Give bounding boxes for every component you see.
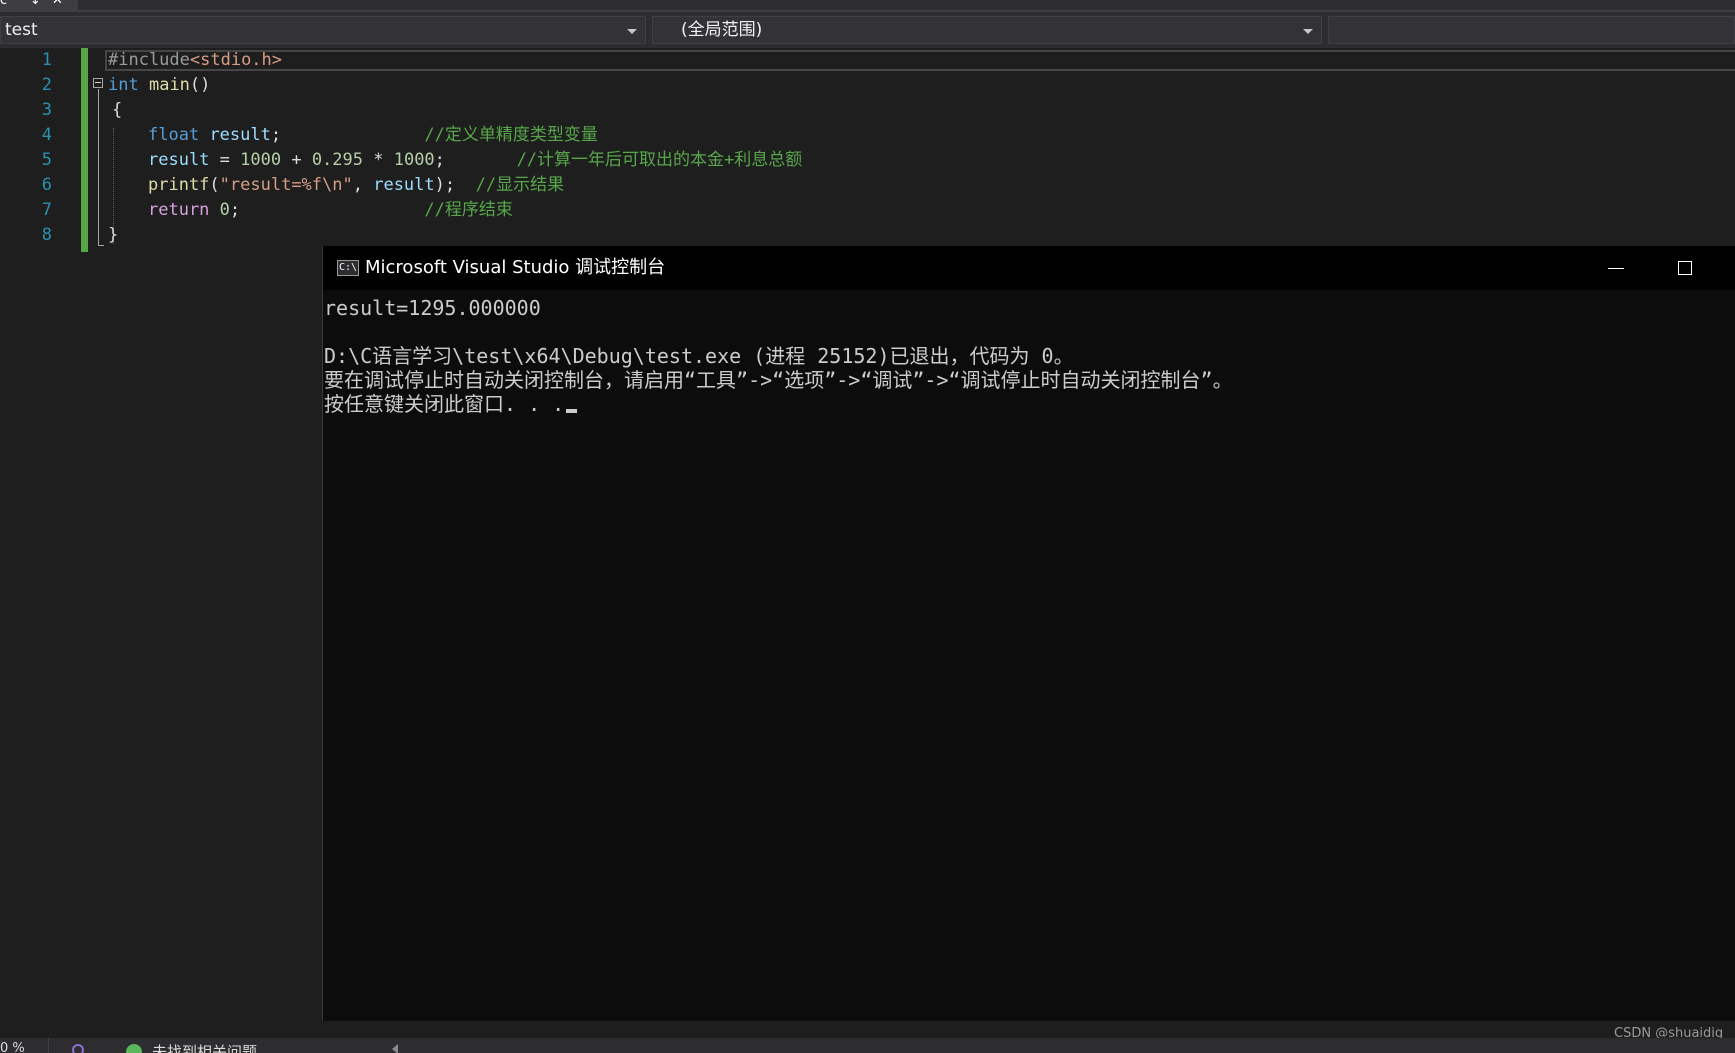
member-dropdown[interactable] <box>1328 16 1735 44</box>
scope-dropdown-value: (全局范围) <box>681 20 763 40</box>
line-number: 6 <box>41 175 52 195</box>
navigation-bar: test (全局范围) <box>0 12 1735 48</box>
code-line: result = 1000 + 0.295 * 1000; //计算一年后可取出… <box>148 150 803 170</box>
document-tab[interactable]: ĉ ↧ ✕ <box>0 0 78 10</box>
collapse-toggle-icon[interactable] <box>93 78 103 88</box>
line-number: 5 <box>41 150 52 170</box>
code-line: float result; //定义单精度类型变量 <box>148 125 598 145</box>
console-line: result=1295.000000 <box>324 296 541 320</box>
maximize-icon[interactable] <box>1678 261 1692 275</box>
issues-status[interactable]: 未找到相关问题 <box>152 1041 257 1053</box>
line-number: 2 <box>41 75 52 95</box>
console-line: 按任意键关闭此窗口. . . <box>324 392 565 416</box>
console-line: D:\C语言学习\test\x64\Debug\test.exe (进程 251… <box>324 344 1074 368</box>
zoom-level[interactable]: 0 % <box>0 1041 25 1053</box>
line-number: 7 <box>41 200 52 220</box>
code-line: return 0; //程序结束 <box>148 200 513 220</box>
project-dropdown-value: test <box>5 20 38 40</box>
console-app-icon: C:\ <box>337 260 359 276</box>
outline-fold-end <box>98 245 104 246</box>
console-title: Microsoft Visual Studio 调试控制台 <box>365 257 666 278</box>
console-titlebar[interactable]: C:\ Microsoft Visual Studio 调试控制台 <box>323 246 1735 290</box>
check-circle-icon[interactable] <box>126 1044 142 1053</box>
scope-dropdown[interactable]: (全局范围) <box>652 16 1322 44</box>
line-number: 4 <box>41 125 52 145</box>
close-icon[interactable]: ✕ <box>52 0 63 8</box>
console-prompt-line: 按任意键关闭此窗口. . . <box>324 392 578 416</box>
current-line-highlight <box>105 50 1735 71</box>
outline-fold-line <box>98 89 99 246</box>
line-number: 8 <box>41 225 52 245</box>
text-cursor <box>566 409 578 413</box>
debug-console-window[interactable]: C:\ Microsoft Visual Studio 调试控制台 result… <box>322 246 1735 1021</box>
console-line: 要在调试停止时自动关闭控制台，请启用“工具”->“选项”->“调试”->“调试停… <box>324 368 1233 392</box>
change-tracking-bar <box>81 48 88 252</box>
scroll-left-icon[interactable] <box>392 1044 398 1053</box>
minimize-icon[interactable] <box>1608 268 1624 269</box>
copilot-icon[interactable] <box>72 1044 84 1053</box>
chevron-down-icon <box>1303 29 1313 34</box>
code-line: int main() <box>108 75 211 95</box>
chevron-down-icon <box>627 29 637 34</box>
editor-status-strip: 0 % 未找到相关问题 <box>0 1038 1735 1053</box>
code-line: } <box>108 225 119 245</box>
line-number: 1 <box>41 50 52 70</box>
line-number: 3 <box>41 100 52 120</box>
project-dropdown[interactable]: test <box>0 16 646 44</box>
document-tab-strip: ĉ ↧ ✕ <box>0 0 1735 12</box>
code-line: #include<stdio.h> <box>108 50 283 70</box>
tab-title-fragment: ĉ <box>0 0 8 8</box>
code-line: { <box>112 100 123 120</box>
pin-icon[interactable]: ↧ <box>30 0 41 8</box>
status-divider <box>48 1038 49 1053</box>
code-line: printf("result=%f\n", result); //显示结果 <box>148 175 565 195</box>
